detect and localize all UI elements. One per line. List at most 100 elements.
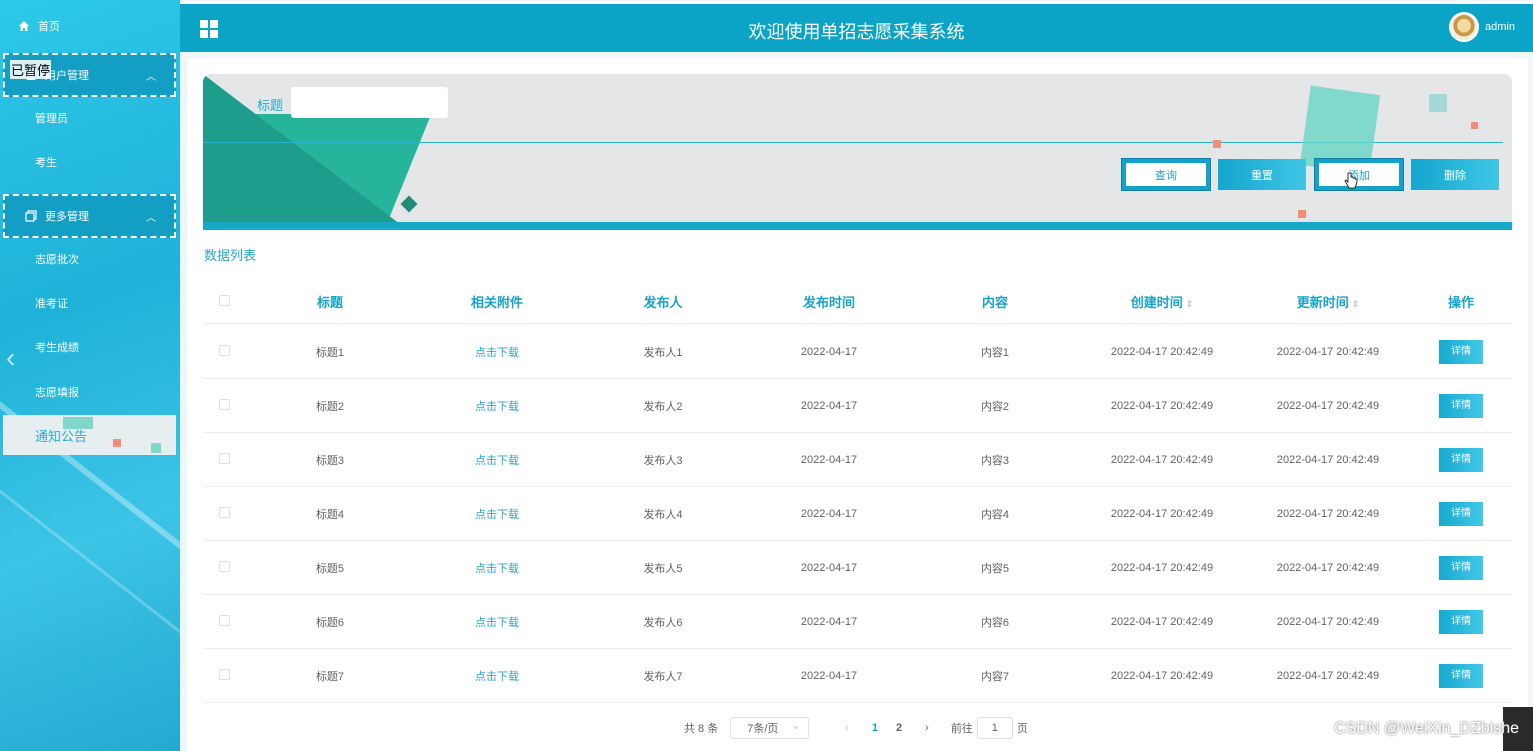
title-filter-label: 标题 (257, 98, 284, 113)
download-link[interactable]: 点击下载 (415, 506, 579, 522)
table-cell: 发布人1 (643, 346, 683, 359)
decoration (1471, 122, 1478, 129)
table-cell: 2022-04-17 (800, 399, 858, 412)
sidebar: 首页 用户管理 ︿ 已暂停 管理员 考生 更多管理 ︿ 志愿批次 准考证 考生成… (0, 0, 180, 751)
table-cell: 2022-04-17 20:42:49 (1110, 345, 1214, 358)
decoration (1429, 94, 1447, 112)
download-link[interactable]: 点击下载 (415, 560, 579, 576)
table-cell: 2022-04-17 20:42:49 (1110, 399, 1214, 412)
sidebar-item-score[interactable]: 考生成绩 (0, 329, 180, 365)
sidebar-item-label: 管理员 (35, 113, 68, 125)
sidebar-item-home[interactable]: 首页 (0, 8, 180, 44)
sidebar-item-batch[interactable]: 志愿批次 (0, 241, 180, 277)
row-select-cell[interactable] (203, 344, 245, 359)
sidebar-item-notice[interactable]: 通知公告 (3, 415, 176, 455)
table-cell: 2022-04-17 (800, 561, 858, 574)
table-cell: 2022-04-17 20:42:49 (1276, 669, 1380, 682)
prev-page-icon[interactable]: ‹ (845, 722, 849, 734)
row-checkbox[interactable] (218, 344, 230, 356)
column-header: 标题 (316, 295, 343, 310)
row-select-cell[interactable] (203, 506, 245, 521)
table-cell: 标题1 (315, 346, 345, 359)
row-select-cell[interactable] (203, 452, 245, 467)
download-link[interactable]: 点击下载 (415, 668, 579, 684)
sort-icon[interactable]: ⇕ (1352, 299, 1360, 309)
goto-page-input[interactable]: 1 (976, 717, 1013, 739)
column-header-sortable[interactable]: 更新时间 ⇕ (1245, 292, 1411, 311)
detail-button[interactable]: 详情 (1439, 447, 1483, 472)
column-header: 发布人 (643, 295, 683, 310)
add-button[interactable]: 添加 (1315, 159, 1403, 190)
table-cell: 2022-04-17 20:42:49 (1110, 453, 1214, 466)
download-link[interactable]: 点击下载 (415, 452, 579, 468)
detail-button[interactable]: 详情 (1439, 609, 1483, 634)
query-button[interactable]: 查询 (1122, 159, 1210, 190)
download-link[interactable]: 点击下载 (415, 344, 579, 360)
page-number[interactable]: 1 (872, 722, 878, 734)
sidebar-item-fill[interactable]: 志愿填报 (0, 374, 180, 410)
detail-button[interactable]: 详情 (1439, 663, 1483, 688)
table-cell: 内容1 (980, 346, 1010, 359)
page-number[interactable]: 2 (896, 722, 902, 734)
table-cell: 内容3 (980, 454, 1010, 467)
row-checkbox[interactable] (218, 506, 230, 518)
table-cell: 2022-04-17 20:42:49 (1110, 561, 1214, 574)
page-size-select[interactable]: 7条/页 (730, 717, 810, 739)
row-select-cell[interactable] (203, 398, 245, 413)
sidebar-item-admin[interactable]: 管理员 (0, 100, 180, 136)
delete-button[interactable]: 删除 (1411, 159, 1499, 190)
sidebar-item-student[interactable]: 考生 (0, 144, 180, 180)
select-all-checkbox[interactable] (218, 295, 230, 306)
sidebar-item-ticket[interactable]: 准考证 (0, 285, 180, 321)
table-cell: 2022-04-17 20:42:49 (1276, 561, 1380, 574)
row-checkbox[interactable] (218, 560, 230, 572)
table-cell: 2022-04-17 20:42:49 (1110, 615, 1214, 628)
action-cell: 详情 (1411, 501, 1511, 526)
row-checkbox[interactable] (218, 398, 230, 410)
table-cell: 2022-04-17 20:42:49 (1110, 507, 1214, 520)
reset-button[interactable]: 重置 (1218, 159, 1306, 190)
detail-button[interactable]: 详情 (1439, 501, 1483, 526)
table-cell: 标题7 (315, 670, 345, 683)
action-cell: 详情 (1411, 609, 1511, 634)
column-header-sortable[interactable]: 创建时间 ⇕ (1079, 292, 1245, 311)
select-all-cell[interactable] (203, 294, 245, 309)
row-select-cell[interactable] (203, 668, 245, 683)
table-row: 标题3 点击下载 发布人3 2022-04-17 内容3 2022-04-17 20:42… (203, 433, 1512, 487)
sort-icon[interactable]: ⇕ (1186, 299, 1194, 309)
sidebar-group-label: 更多管理 (45, 211, 89, 223)
title-filter-input[interactable] (291, 87, 448, 118)
action-cell: 详情 (1411, 555, 1511, 580)
row-checkbox[interactable] (218, 614, 230, 626)
table-cell: 2022-04-17 20:42:49 (1276, 345, 1380, 358)
goto-prefix: 前往 (950, 723, 973, 735)
goto-suffix: 页 (1016, 723, 1028, 735)
chevron-left-icon[interactable]: ‹ (6, 342, 15, 374)
user-menu[interactable]: admin (1449, 12, 1515, 42)
row-select-cell[interactable] (203, 614, 245, 629)
table-cell: 内容7 (980, 670, 1010, 683)
action-cell: 详情 (1411, 663, 1511, 688)
decoration (1213, 140, 1221, 148)
detail-button[interactable]: 详情 (1439, 555, 1483, 580)
table-cell: 发布人6 (643, 616, 683, 629)
table-cell: 标题6 (315, 616, 345, 629)
row-checkbox[interactable] (218, 452, 230, 464)
column-header-label: 创建时间 (1130, 295, 1183, 310)
action-cell: 详情 (1411, 339, 1511, 364)
sidebar-item-label: 考生 (35, 157, 57, 169)
sidebar-item-label: 准考证 (35, 298, 68, 310)
table-cell: 发布人5 (643, 562, 683, 575)
copy-icon (25, 210, 37, 222)
table-cell: 发布人3 (643, 454, 683, 467)
sidebar-group-more[interactable]: 更多管理 ︿ (3, 194, 176, 238)
row-select-cell[interactable] (203, 560, 245, 575)
next-page-icon[interactable]: › (925, 722, 929, 734)
download-link[interactable]: 点击下载 (415, 614, 579, 630)
row-checkbox[interactable] (218, 668, 230, 680)
detail-button[interactable]: 详情 (1439, 393, 1483, 418)
table-cell: 内容2 (980, 400, 1010, 413)
sidebar-item-label: 志愿填报 (35, 387, 79, 399)
detail-button[interactable]: 详情 (1439, 339, 1483, 364)
download-link[interactable]: 点击下载 (415, 398, 579, 414)
